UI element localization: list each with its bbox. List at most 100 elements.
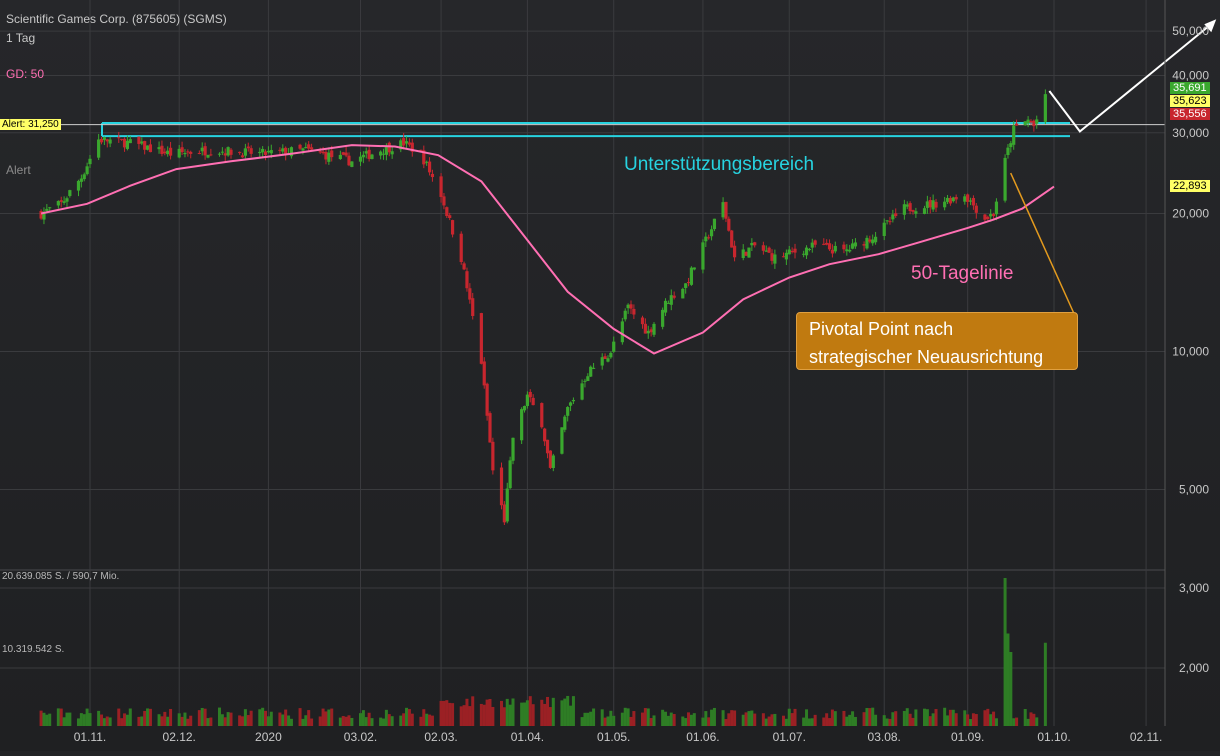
candle-body (249, 148, 253, 154)
volume-bar (226, 712, 230, 726)
volume-bar (992, 711, 996, 726)
candle-body (963, 196, 967, 202)
candle-body (747, 247, 751, 258)
candle-body (502, 504, 506, 523)
volume-bar (905, 708, 909, 726)
price-high-tag: 35,691 (1170, 82, 1210, 94)
volume-bar (48, 713, 52, 726)
candle-body (442, 196, 446, 206)
candle-body (825, 242, 829, 245)
candle-body (137, 136, 141, 144)
volume-bar (802, 717, 806, 726)
candle-body (885, 220, 889, 222)
volume-bar (344, 716, 348, 726)
candle-body (663, 300, 668, 313)
volume-bars (39, 578, 1047, 726)
y-tick-label: 10,000 (1172, 345, 1209, 359)
volume-bar (1043, 642, 1047, 726)
volume-bar (384, 709, 388, 726)
candle-body (741, 249, 745, 258)
candle-body (117, 137, 121, 139)
volume-bar (710, 709, 714, 726)
volume-bar (318, 716, 322, 726)
candle-body (905, 204, 909, 207)
candle-body (623, 310, 627, 320)
volume-bar (761, 713, 765, 726)
volume-bar (482, 704, 486, 726)
candle-body (125, 140, 130, 149)
candle-body (761, 245, 765, 251)
volume-bar (681, 716, 685, 726)
candle-body (1023, 121, 1027, 126)
volume-bar (143, 710, 147, 726)
candle-body (882, 222, 886, 237)
candle-body (407, 142, 412, 145)
volume-bar (646, 708, 650, 726)
volume-bar (266, 716, 270, 726)
candle-body (1032, 120, 1036, 127)
candle-body (459, 233, 463, 263)
volume-bar (1026, 718, 1030, 726)
volume-bar (42, 712, 46, 726)
volume-bar (865, 708, 869, 726)
candle-body (338, 154, 342, 159)
candle-body (226, 147, 230, 156)
candle-body (672, 295, 676, 298)
volume-bar (307, 710, 311, 726)
volume-bar (430, 715, 434, 726)
candle-body (571, 399, 576, 402)
volume-bar (966, 714, 970, 726)
volume-bar (747, 711, 751, 726)
x-tick-label: 02.12. (163, 730, 196, 744)
volume-bar (822, 717, 826, 726)
candle-body (822, 243, 826, 245)
candle-body (238, 151, 242, 153)
volume-bar (264, 710, 268, 726)
candle-body (1012, 125, 1016, 145)
candle-body (764, 250, 768, 252)
volume-bar (422, 709, 426, 726)
volume-bar (39, 710, 43, 726)
volume-bar (105, 716, 109, 726)
candle-body (347, 155, 351, 166)
candle-body (566, 407, 570, 416)
candle-body (157, 147, 161, 150)
candle-body (1026, 119, 1030, 124)
volume-bar (108, 717, 112, 726)
volume-bar (701, 717, 705, 726)
volume-bar (387, 714, 391, 726)
volume-bar (379, 717, 383, 726)
volume-bar (1006, 633, 1010, 726)
volume-bar (543, 703, 547, 726)
volume-bar (390, 716, 394, 726)
volume-bar (853, 716, 857, 726)
volume-bar (782, 715, 786, 726)
volume-bar (304, 715, 308, 726)
axes: 50,000 40,000 30,000 20,000 10,000 5,000 3,000… (74, 0, 1209, 744)
candle-body (404, 141, 409, 144)
volume-bar (862, 712, 866, 726)
volume-bar (1015, 717, 1019, 726)
volume-bar (687, 712, 691, 726)
volume-bar (442, 700, 446, 726)
volume-bar (531, 704, 535, 726)
candle-body (330, 150, 334, 158)
candle-body (499, 467, 504, 506)
volume-bar (770, 714, 774, 726)
volume-bar (589, 711, 593, 726)
volume-bar (560, 700, 564, 726)
volume-bar (848, 714, 852, 726)
volume-bar (220, 714, 224, 726)
candle-body (160, 145, 164, 154)
volume-bar (566, 695, 570, 726)
volume-bar (146, 708, 150, 726)
volume-bar (451, 703, 455, 726)
volume-bar (1012, 718, 1016, 726)
candle-body (813, 240, 817, 245)
volume-bar (954, 713, 958, 726)
volume-bar (989, 714, 993, 726)
candle-body (99, 138, 104, 143)
volume-bar (548, 707, 552, 726)
candle-body (724, 201, 728, 219)
ma-annotation: 50-Tagelinie (911, 263, 1014, 284)
